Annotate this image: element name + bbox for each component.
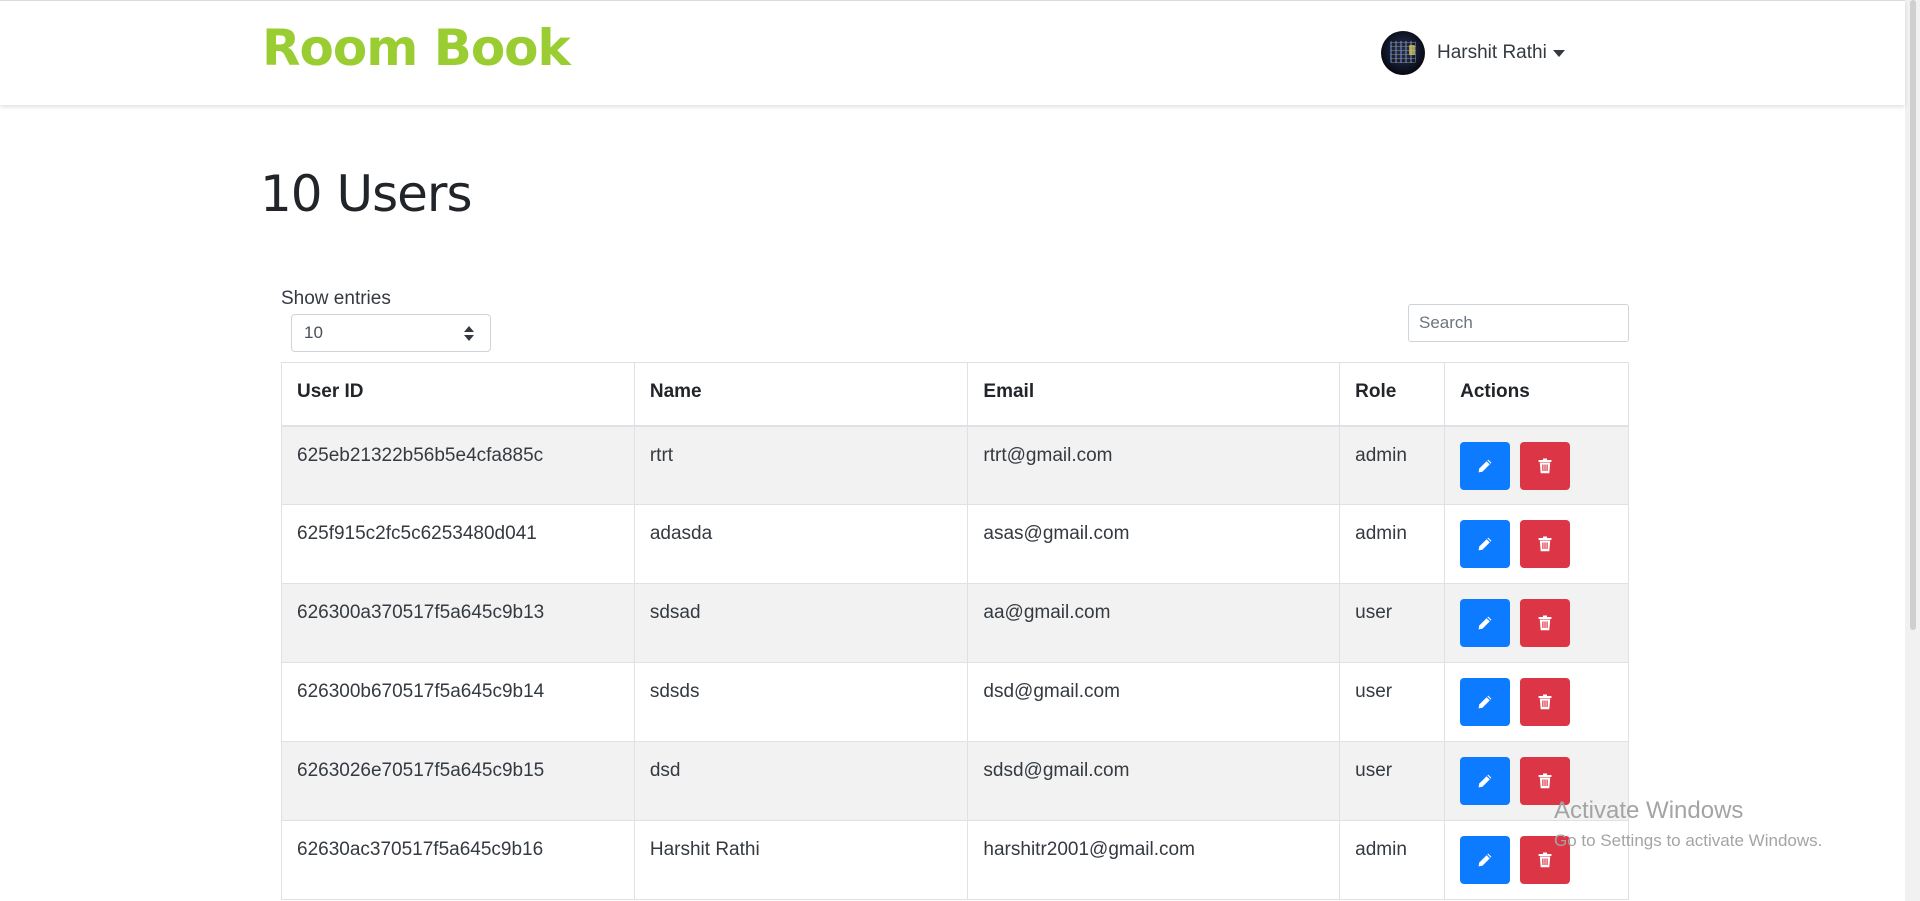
cell-name: rtrt	[633, 425, 969, 505]
edit-user-button[interactable]	[1460, 836, 1511, 884]
table-header-row: User ID Name Email Role Actions	[281, 362, 1629, 427]
cell-email: asas@gmail.com	[967, 504, 1341, 584]
page-scrollbar[interactable]	[1905, 0, 1920, 901]
entries-per-page-select[interactable]: 10	[291, 314, 491, 352]
entries-select-value: 10	[304, 323, 323, 342]
cell-user-id: 626300b670517f5a645c9b14	[281, 662, 635, 742]
delete-user-button[interactable]	[1520, 678, 1571, 726]
cell-user-id: 6263026e70517f5a645c9b15	[281, 741, 635, 821]
cell-role: user	[1339, 583, 1446, 663]
table-body: 625eb21322b56b5e4cfa885c rtrt rtrt@gmail.c…	[281, 425, 1629, 900]
edit-user-button[interactable]	[1460, 441, 1511, 490]
pencil-icon	[1477, 694, 1493, 710]
cell-name: dsd	[633, 741, 969, 821]
table-row: 62630ac370517f5a645c9b16 Harshit Rathi har…	[281, 820, 1629, 900]
cell-email: dsd@gmail.com	[967, 662, 1341, 742]
delete-user-button[interactable]	[1520, 757, 1571, 805]
trash-icon	[1538, 773, 1552, 789]
pencil-icon	[1477, 852, 1493, 868]
avatar	[1381, 31, 1425, 75]
users-table-container: User ID Name Email Role Actions 625eb213…	[281, 362, 1629, 900]
cell-actions	[1444, 662, 1629, 742]
cell-role: user	[1339, 662, 1446, 742]
pencil-icon	[1477, 536, 1493, 552]
delete-user-button[interactable]	[1520, 599, 1571, 647]
page: Room Book Harshit Rathi 10 Users Show en…	[0, 0, 1920, 901]
cell-email: sdsd@gmail.com	[967, 741, 1341, 821]
cell-email: rtrt@gmail.com	[967, 425, 1341, 505]
table-row: 625f915c2fc5c6253480d041 adasda asas@gmail…	[281, 504, 1629, 584]
table-row: 626300a370517f5a645c9b13 sdsad aa@gmail.co…	[281, 583, 1629, 663]
table-row: 626300b670517f5a645c9b14 sdsds dsd@gmail.c…	[281, 662, 1629, 742]
cell-name: sdsad	[633, 583, 969, 663]
delete-user-button[interactable]	[1520, 441, 1571, 490]
header-name: Name	[633, 362, 969, 427]
delete-user-button[interactable]	[1520, 836, 1571, 884]
pencil-icon	[1477, 773, 1493, 789]
trash-icon	[1538, 694, 1552, 710]
cell-user-id: 626300a370517f5a645c9b13	[281, 583, 635, 663]
users-table: User ID Name Email Role Actions 625eb213…	[281, 362, 1629, 900]
header-user-id: User ID	[281, 362, 635, 427]
brand-logo[interactable]: Room Book	[262, 19, 571, 77]
cell-actions	[1444, 820, 1629, 900]
cell-user-id: 625f915c2fc5c6253480d041	[281, 504, 635, 584]
cell-actions	[1444, 425, 1629, 505]
cell-name: Harshit Rathi	[633, 820, 969, 900]
pencil-icon	[1477, 458, 1493, 474]
navbar: Room Book Harshit Rathi	[0, 0, 1905, 105]
trash-icon	[1538, 536, 1552, 552]
search-input[interactable]	[1408, 304, 1629, 342]
cell-name: adasda	[633, 504, 969, 584]
select-arrows-icon	[464, 326, 474, 342]
page-title: 10 Users	[260, 165, 473, 223]
cell-user-id: 62630ac370517f5a645c9b16	[281, 820, 635, 900]
edit-user-button[interactable]	[1460, 520, 1511, 568]
table-row: 625eb21322b56b5e4cfa885c rtrt rtrt@gmail.c…	[281, 425, 1629, 505]
cell-email: aa@gmail.com	[967, 583, 1341, 663]
trash-icon	[1538, 615, 1552, 631]
cell-actions	[1444, 741, 1629, 821]
user-name: Harshit Rathi	[1437, 42, 1547, 63]
trash-icon	[1538, 458, 1552, 474]
cell-role: admin	[1339, 504, 1446, 584]
header-email: Email	[967, 362, 1341, 427]
cell-role: admin	[1339, 820, 1446, 900]
trash-icon	[1538, 852, 1552, 868]
cell-actions	[1444, 583, 1629, 663]
cell-role: user	[1339, 741, 1446, 821]
delete-user-button[interactable]	[1520, 520, 1571, 568]
user-menu-dropdown[interactable]: Harshit Rathi	[1381, 31, 1565, 75]
show-entries-label: Show entries	[281, 288, 391, 309]
pencil-icon	[1477, 615, 1493, 631]
caret-down-icon	[1552, 49, 1565, 57]
edit-user-button[interactable]	[1460, 757, 1511, 805]
edit-user-button[interactable]	[1460, 599, 1511, 647]
cell-user-id: 625eb21322b56b5e4cfa885c	[281, 425, 635, 505]
edit-user-button[interactable]	[1460, 678, 1511, 726]
cell-name: sdsds	[633, 662, 969, 742]
table-row: 6263026e70517f5a645c9b15 dsd sdsd@gmail.co…	[281, 741, 1629, 821]
cell-actions	[1444, 504, 1629, 584]
cell-email: harshitr2001@gmail.com	[967, 820, 1341, 900]
header-actions: Actions	[1444, 362, 1629, 427]
cell-role: admin	[1339, 425, 1446, 505]
scrollbar-thumb[interactable]	[1910, 0, 1916, 630]
header-role: Role	[1339, 362, 1446, 427]
